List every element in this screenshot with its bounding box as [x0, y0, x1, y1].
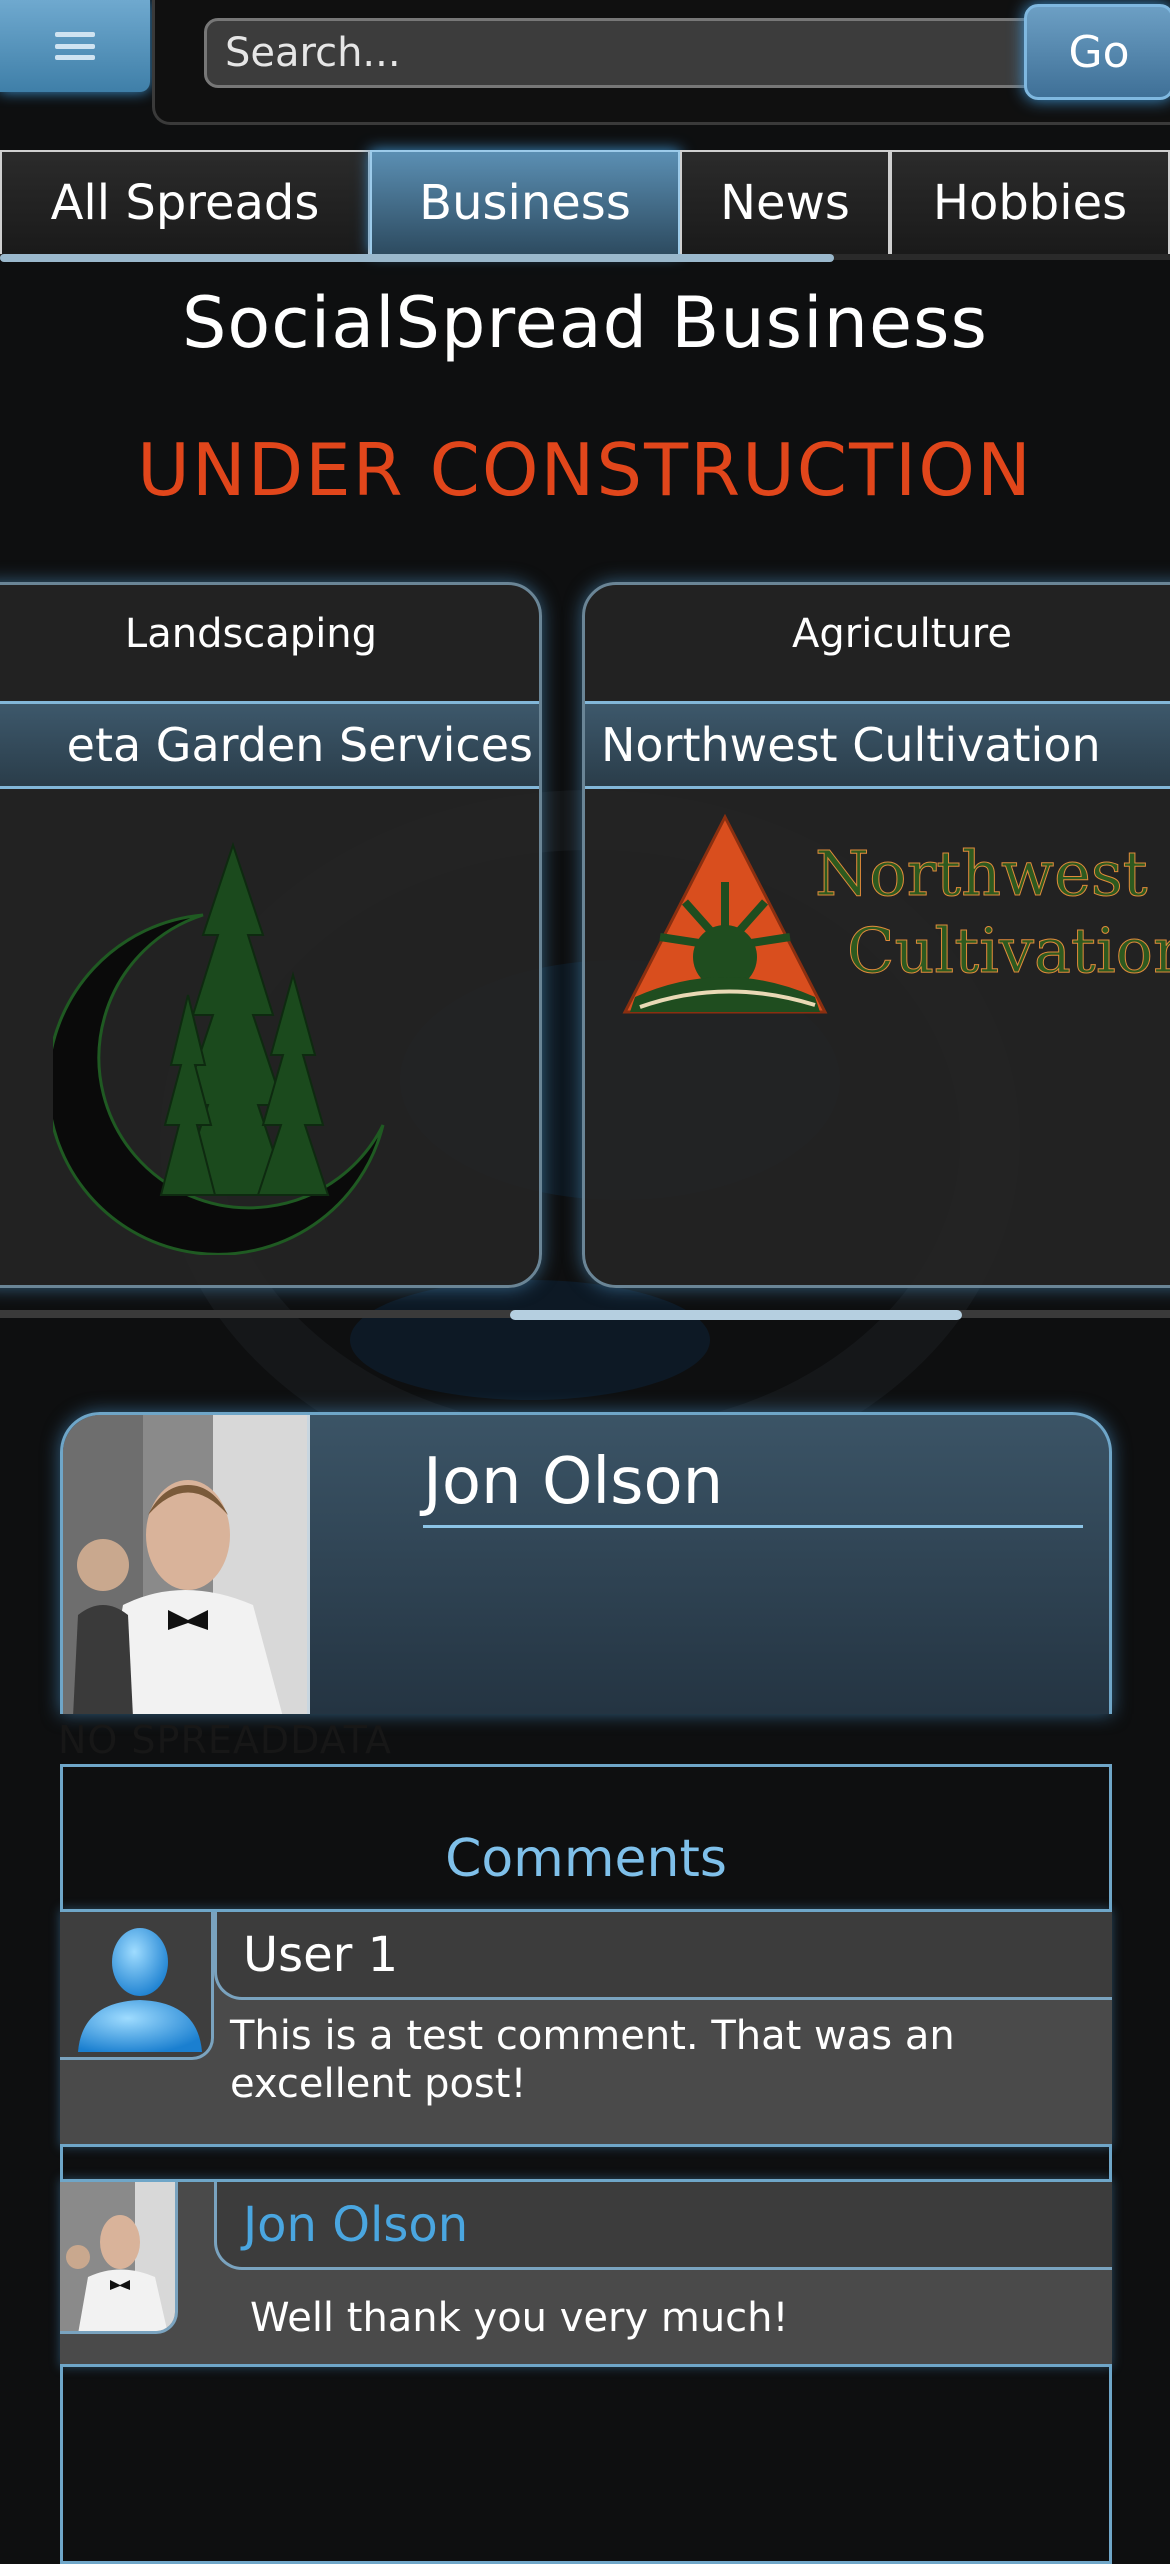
business-card-landscaping[interactable]: Landscaping eta Garden Services	[0, 582, 542, 1288]
menu-icon	[55, 32, 95, 60]
profile-name: Jon Olson	[423, 1445, 1083, 1528]
profile-header: Jon Olson	[60, 1412, 1112, 1714]
category-tabs: All Spreads Business News Hobbies	[0, 150, 1170, 254]
svg-text:Northwest: Northwest	[815, 837, 1148, 910]
comment-text: This is a test comment. That was an exce…	[230, 2013, 955, 2107]
tab-news[interactable]: News	[680, 150, 890, 254]
user-silhouette-icon[interactable]	[60, 1912, 214, 2060]
tab-business[interactable]: Business	[370, 150, 680, 254]
profile-photo[interactable]	[63, 1415, 310, 1714]
page-title: SocialSpread Business	[182, 282, 988, 364]
comment-author[interactable]: Jon Olson	[214, 2182, 1112, 2270]
business-card-agriculture[interactable]: Agriculture Northwest Cultivation Northw…	[582, 582, 1170, 1288]
comment-item: Jon Olson Well thank you very much!	[60, 2179, 1112, 2367]
comment-avatar-photo[interactable]	[60, 2182, 178, 2334]
tab-hobbies[interactable]: Hobbies	[890, 150, 1170, 254]
search-input[interactable]	[204, 18, 1044, 88]
business-name: Northwest Cultivation	[585, 701, 1170, 789]
under-construction-notice: UNDER CONSTRUCTION	[137, 428, 1033, 512]
crescent-trees-logo	[53, 841, 385, 1255]
comment-text: Well thank you very much!	[250, 2295, 789, 2341]
cards-scrollbar-thumb[interactable]	[510, 1310, 962, 1320]
tabs-scrollbar-thumb[interactable]	[0, 254, 834, 262]
menu-button[interactable]	[0, 0, 150, 92]
comment-author[interactable]: User 1	[214, 1912, 1112, 2000]
go-button[interactable]: Go	[1024, 4, 1170, 100]
svg-text:Cultivation: Cultivation	[847, 914, 1170, 987]
business-category: Agriculture	[792, 611, 1012, 657]
northwest-cultivation-logo: Northwest Cultivation	[622, 813, 1170, 1014]
comment-item: User 1 This is a test comment. That was …	[60, 1909, 1112, 2147]
no-spread-data-label: NO SPREADDATA	[58, 1718, 393, 1762]
comments-title: Comments	[445, 1829, 727, 1889]
tab-all-spreads[interactable]: All Spreads	[0, 150, 370, 254]
comments-section: Comments User 1 This is a test comment. …	[60, 1764, 1112, 2564]
business-name: eta Garden Services	[0, 701, 539, 789]
business-category: Landscaping	[124, 611, 378, 657]
